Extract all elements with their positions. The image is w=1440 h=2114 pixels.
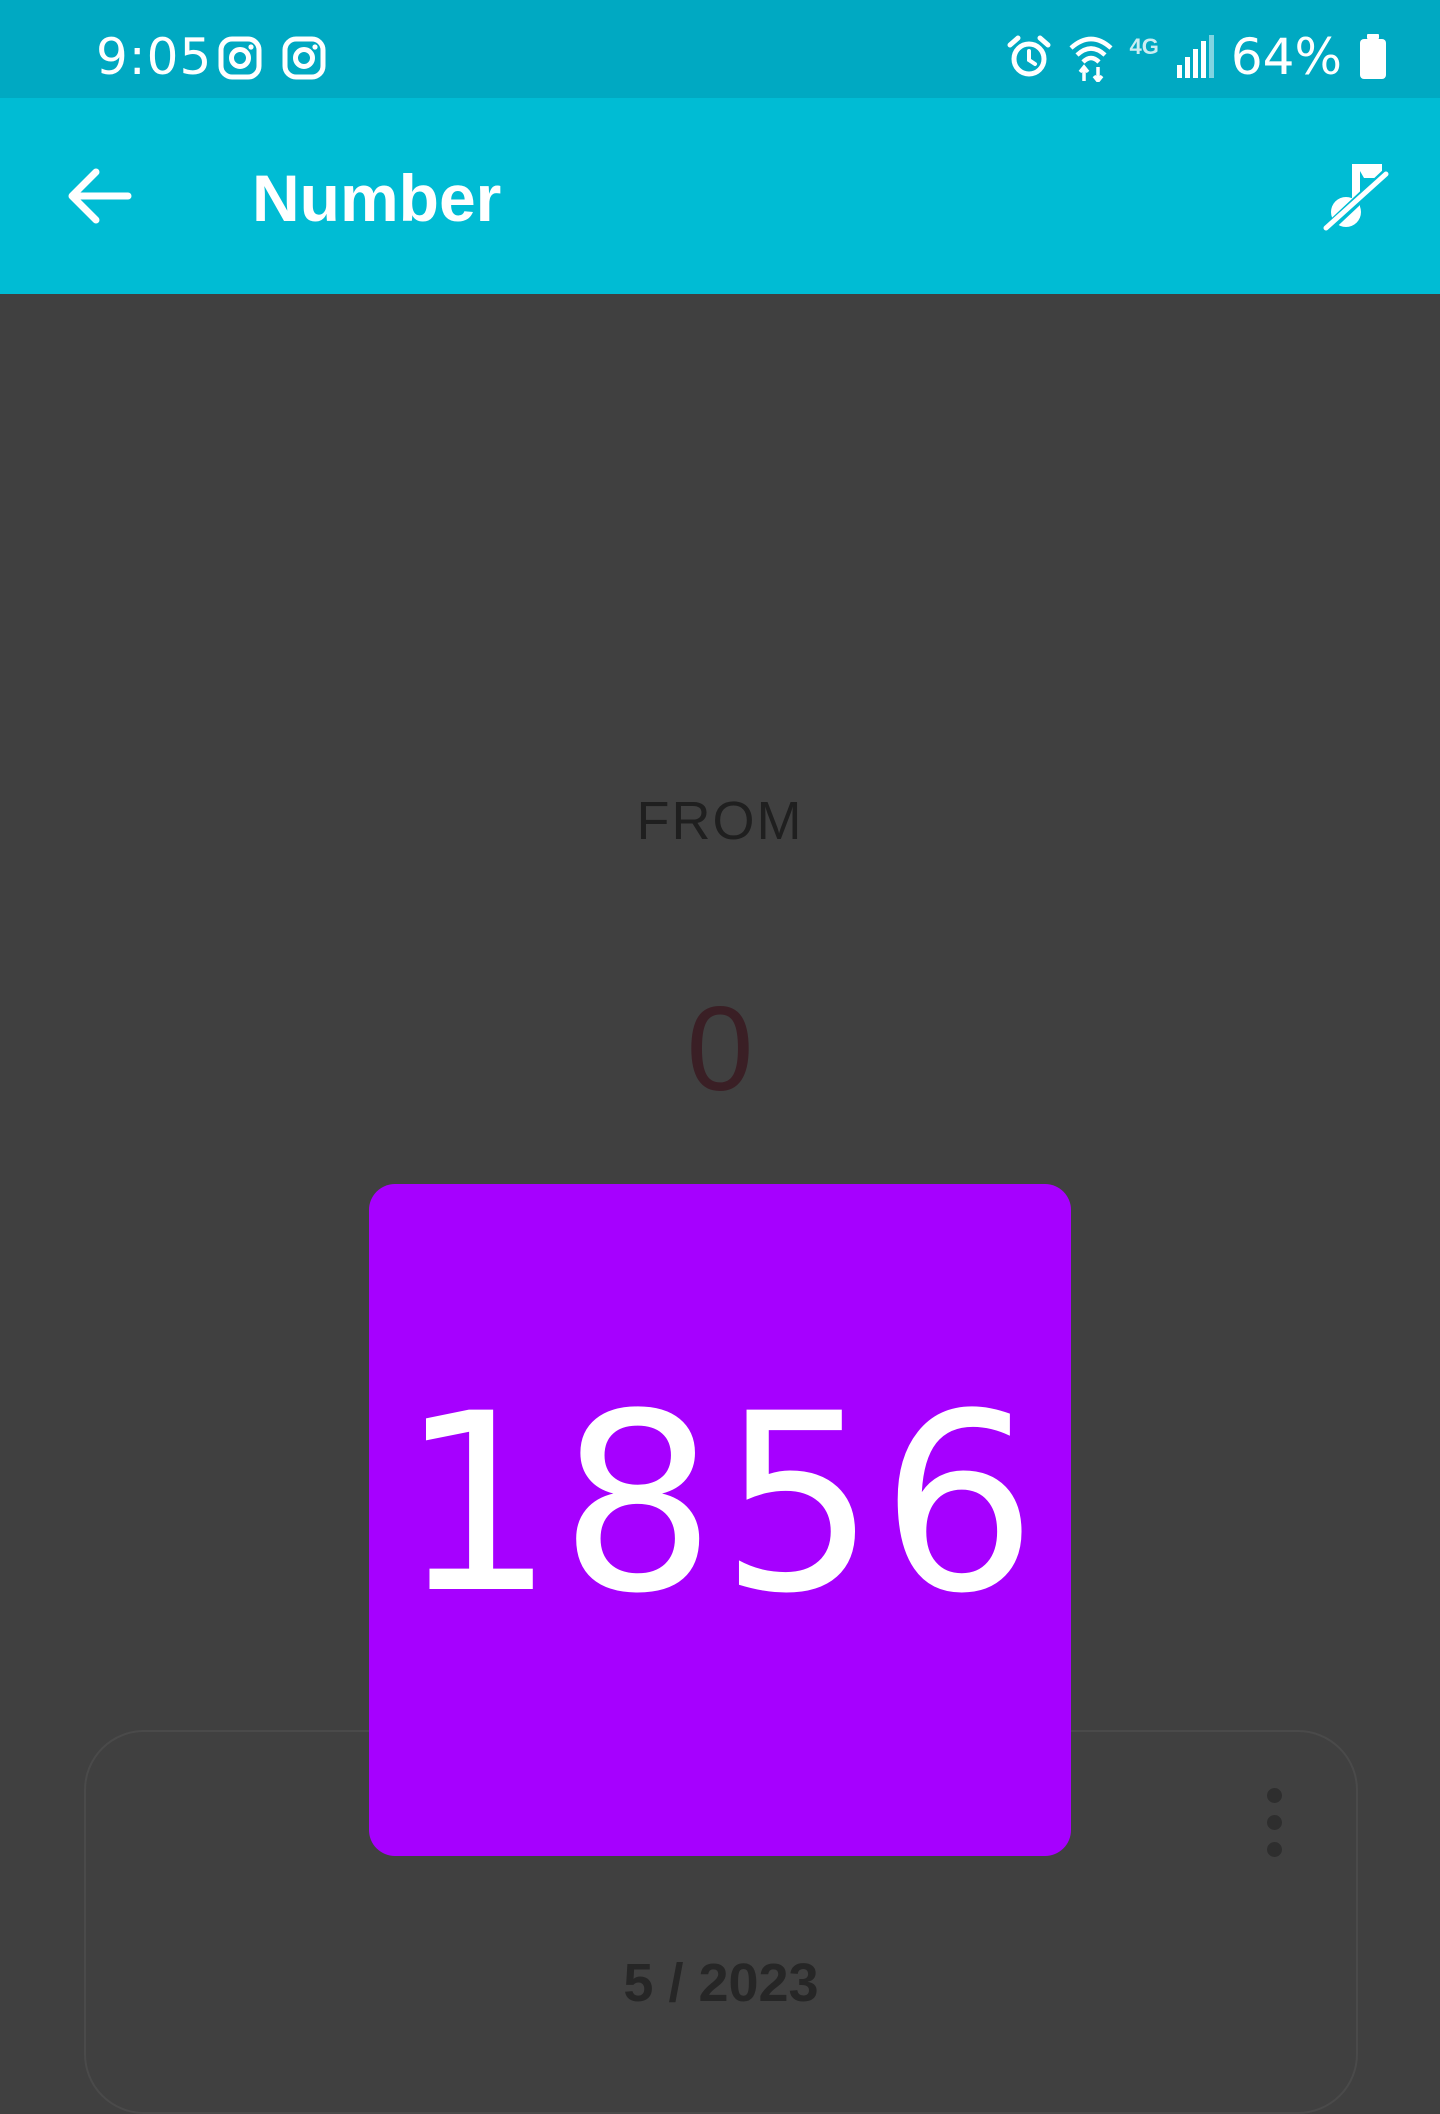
number-tile[interactable]: 1856 [369,1184,1071,1856]
wifi-icon [1068,36,1113,82]
battery-icon [1360,34,1386,79]
arrow-left-icon [68,168,132,224]
signal-icon [1176,35,1214,78]
notification-icons [218,36,326,80]
page-title: Number [252,161,502,235]
system-icons: 4G 64% [1006,28,1389,86]
dot-icon [1267,1788,1282,1803]
dot-icon [1267,1815,1282,1830]
instagram-icon [282,36,326,80]
from-value: 0 [686,982,754,1116]
mute-music-button[interactable] [1316,156,1396,236]
status-time: 9:05 [96,28,213,86]
number-value: 1856 [398,1362,1042,1648]
battery-level: 64% [1230,28,1342,86]
network-type: 4G [1129,34,1159,59]
status-bar: 9:05 4G 64% [0,0,1440,98]
music-off-icon [1320,164,1392,236]
dot-icon [1267,1842,1282,1857]
back-button[interactable] [58,156,138,236]
date-value: 5 / 2023 [623,1953,819,2013]
more-options-button[interactable] [1260,1788,1290,1858]
alarm-icon [1007,35,1050,77]
app-bar: Number [0,98,1440,294]
from-label: FROM [636,791,804,851]
instagram-icon [218,36,262,80]
